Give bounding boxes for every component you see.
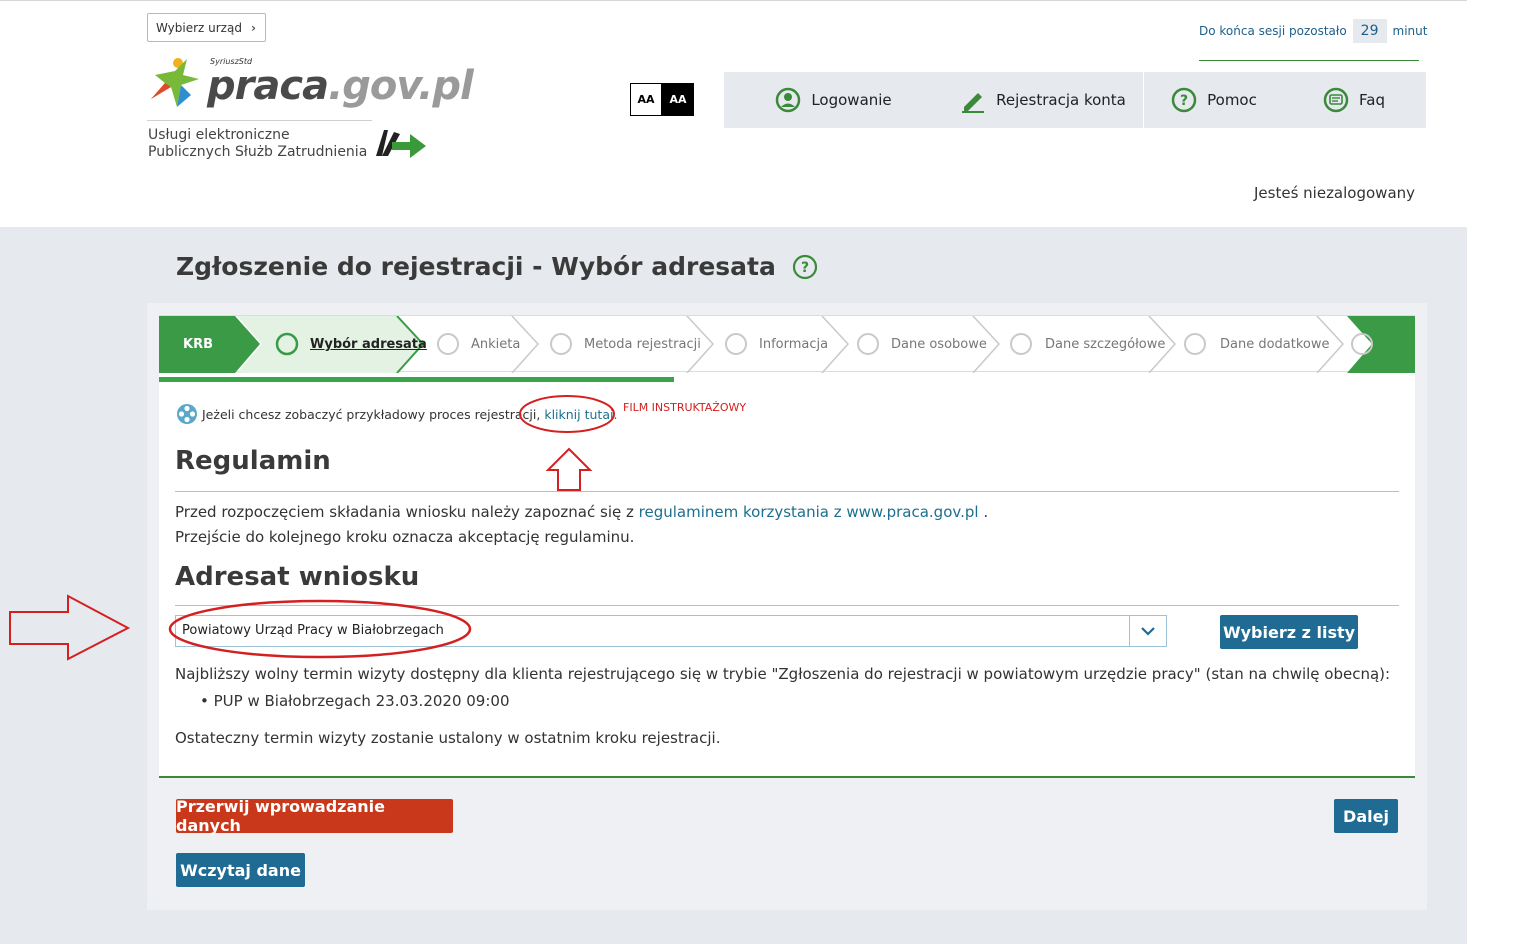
film-reel-icon <box>177 404 197 424</box>
regulamin-line1: Przed rozpoczęciem składania wniosku nal… <box>175 503 989 521</box>
film-link[interactable]: kliknij tutaj. <box>544 407 617 422</box>
step-metoda-rejestracji: Metoda rejestracji <box>584 337 701 352</box>
nav-help-label: Pomoc <box>1207 91 1257 109</box>
nav-faq[interactable]: Faq <box>1284 72 1424 128</box>
adresat-rule <box>175 605 1399 606</box>
regulamin-rule <box>175 491 1399 492</box>
font-contrast-button[interactable]: AA <box>662 83 694 116</box>
font-normal-button[interactable]: AA <box>630 83 662 116</box>
step-ankieta: Ankieta <box>471 337 521 352</box>
login-status: Jesteś niezalogowany <box>1254 184 1416 202</box>
session-suffix: minut <box>1392 24 1428 38</box>
tagline: Usługi elektroniczne Publicznych Służb Z… <box>148 127 367 161</box>
help-icon[interactable]: ? <box>792 254 818 280</box>
visit-list-item: • PUP w Białobrzegach 23.03.2020 09:00 <box>200 692 510 710</box>
adresat-heading: Adresat wniosku <box>175 562 420 592</box>
faq-chat-icon <box>1323 87 1349 113</box>
logo-divider <box>147 120 372 121</box>
tagline-line2: Publicznych Służb Zatrudnienia <box>148 144 368 160</box>
step-dane-osobowe: Dane osobowe <box>891 337 987 352</box>
choose-office-label: Wybierz urząd <box>156 20 242 35</box>
choose-from-list-button[interactable]: Wybierz z listy <box>1220 615 1358 649</box>
step-informacja: Informacja <box>759 337 829 352</box>
final-note: Ostateczny termin wizyty zostanie ustalo… <box>175 729 721 747</box>
svg-text:?: ? <box>801 260 809 276</box>
form-bottom-rule <box>159 776 1415 778</box>
step-wybor-adresata[interactable]: Wybór adresata <box>310 337 427 352</box>
cancel-entry-button[interactable]: Przerwij wprowadzanie danych <box>176 797 453 835</box>
steps-progress-bar <box>159 377 674 382</box>
logo-figure-icon <box>151 58 199 107</box>
next-visit-text: Najbliższy wolny termin wizyty dostępny … <box>175 665 1391 683</box>
session-minutes: 29 <box>1352 19 1387 43</box>
tagline-line1: Usługi elektroniczne <box>148 127 290 143</box>
step-dane-szczegolowe: Dane szczegółowe <box>1045 337 1166 352</box>
film-info: Jeżeli chcesz zobaczyć przykładowy proce… <box>176 403 617 425</box>
nav-login[interactable]: Logowanie <box>724 72 943 128</box>
regulamin-line2: Przejście do kolejnego kroku oznacza akc… <box>175 528 635 546</box>
nav-login-label: Logowanie <box>811 91 892 109</box>
step-krb: KRB <box>183 337 213 352</box>
next-button[interactable]: Dalej <box>1334 799 1398 833</box>
adresat-select-value: Powiatowy Urząd Pracy w Białobrzegach <box>182 623 444 638</box>
pencil-icon <box>962 93 985 113</box>
nav-help[interactable]: ? Pomoc <box>1144 72 1284 128</box>
site-logo[interactable]: SyriuszStd praca.gov.pl <box>147 55 474 115</box>
session-prefix: Do końca sesji pozostało <box>1199 24 1347 38</box>
font-size-switcher: AA AA <box>630 83 694 116</box>
psz-logo-icon <box>376 130 426 158</box>
help-icon: ? <box>1171 87 1197 113</box>
regulamin-link[interactable]: regulaminem korzystania z www.praca.gov.… <box>639 503 979 521</box>
svg-text:?: ? <box>1180 93 1188 109</box>
choose-office-button[interactable]: Wybierz urząd › <box>147 13 266 42</box>
logo-wordmark: praca.gov.pl <box>207 63 474 109</box>
top-border <box>0 0 1467 1</box>
film-text: Jeżeli chcesz zobaczyć przykładowy proce… <box>202 406 537 422</box>
steps-bar: KRB Wybór adresata Ankieta Metoda rejest… <box>159 315 1415 373</box>
film-annotation: FILM INSTRUKTAŻOWY <box>623 401 747 414</box>
load-data-button[interactable]: Wczytaj dane <box>176 853 305 887</box>
nav-register[interactable]: Rejestracja konta <box>943 72 1143 128</box>
regulamin-heading: Regulamin <box>175 446 331 476</box>
chevron-right-icon: › <box>250 20 256 35</box>
right-margin <box>1467 0 1535 944</box>
top-navigation: Logowanie Rejestracja konta ? Pomoc Faq <box>724 72 1426 128</box>
session-underline <box>1199 60 1419 61</box>
page-title-text: Zgłoszenie do rejestracji - Wybór adresa… <box>176 252 776 281</box>
page-title: Zgłoszenie do rejestracji - Wybór adresa… <box>176 252 818 281</box>
user-icon <box>776 87 801 113</box>
session-timer: Do końca sesji pozostało 29 minut <box>1199 19 1427 43</box>
step-dane-dodatkowe: Dane dodatkowe <box>1220 337 1330 352</box>
nav-register-label: Rejestracja konta <box>996 91 1126 109</box>
adresat-select[interactable]: Powiatowy Urząd Pracy w Białobrzegach <box>175 615 1167 647</box>
chevron-down-icon[interactable] <box>1129 616 1166 646</box>
nav-faq-label: Faq <box>1359 91 1385 109</box>
